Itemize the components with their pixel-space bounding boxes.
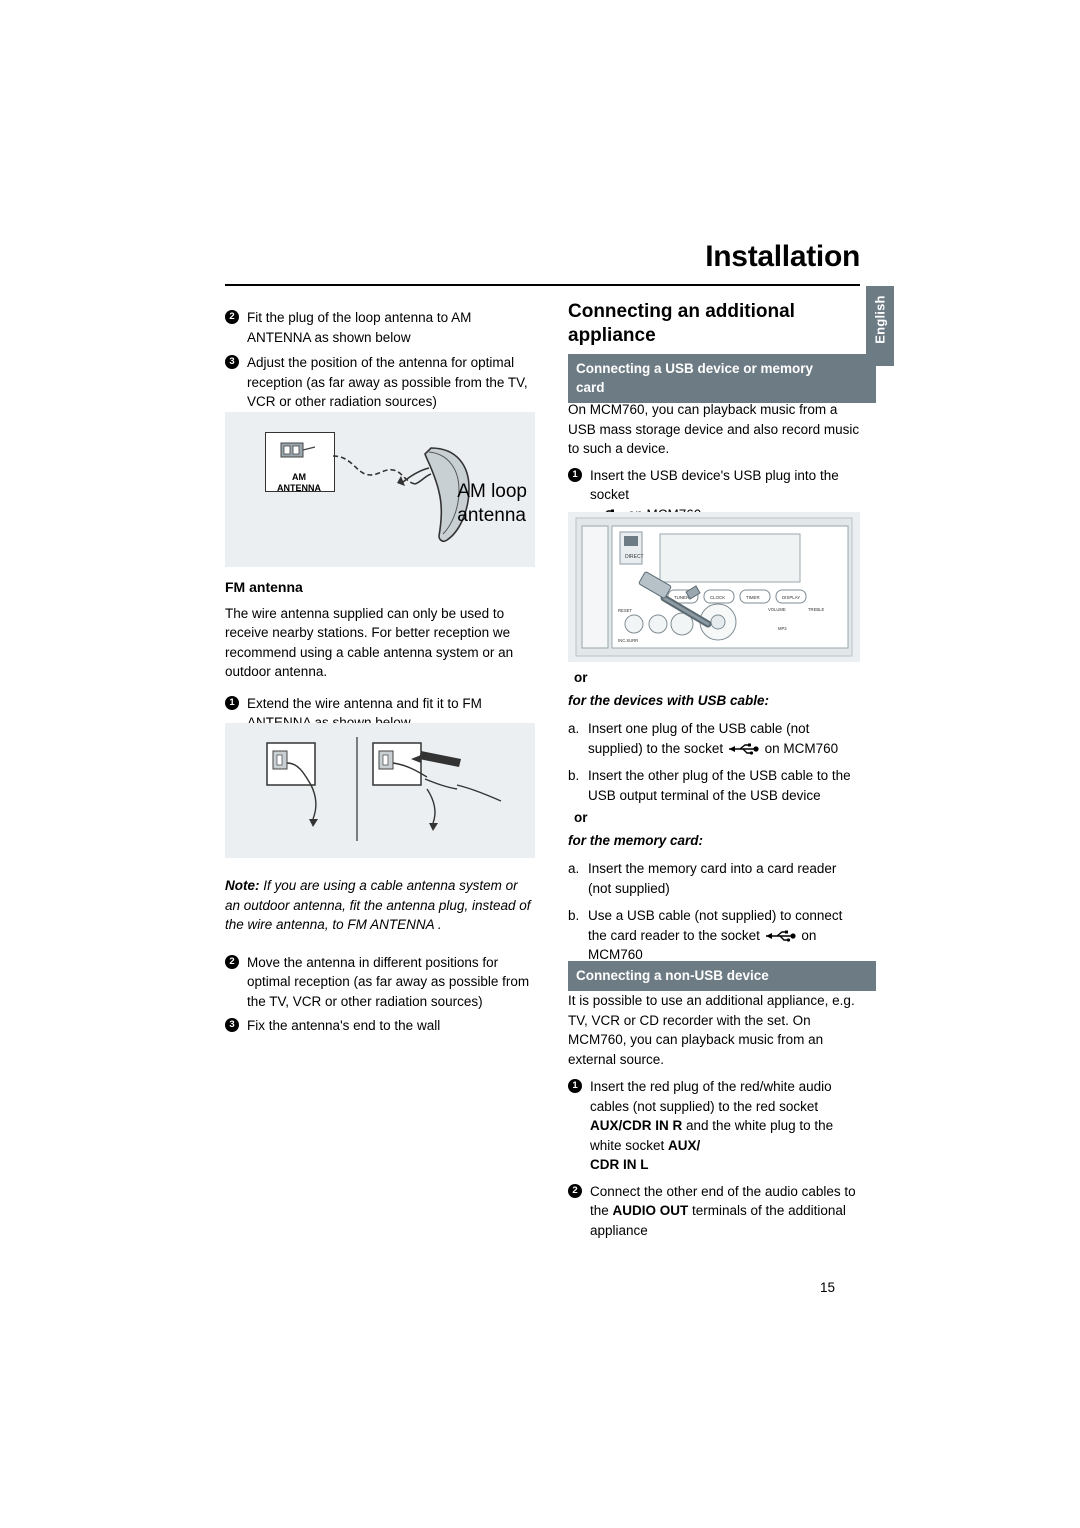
- step-number-icon: 3: [225, 355, 239, 369]
- usb-cable-a-text2: supplied) to the socket: [588, 740, 724, 756]
- step-number-icon: 2: [225, 310, 239, 324]
- step-fm-3-text: Fix the antenna's end to the wall: [247, 1018, 441, 1033]
- step-fm-3: 3 Fix the antenna's end to the wall: [225, 1016, 535, 1036]
- usb-cable-b-text: Insert the other plug of the USB cable t…: [588, 768, 851, 803]
- memory-card-b-text3: on: [801, 927, 817, 943]
- page-number: 15: [820, 1280, 836, 1295]
- usb-intro-block: On MCM760, you can playback music from a…: [568, 400, 860, 526]
- non-usb-step1-e: CDR IN L: [590, 1157, 649, 1172]
- usb-cable-a-text3: on MCM760: [764, 740, 839, 756]
- section-title-line1: Connecting an additional: [568, 301, 795, 322]
- step-am-3-text: Adjust the position of the antenna for o…: [247, 355, 528, 409]
- memory-card-item-a: a. Insert the memory card into a card re…: [568, 859, 860, 898]
- section-title-line2: appliance: [568, 325, 656, 346]
- usb-intro-text: On MCM760, you can playback music from a…: [568, 402, 860, 456]
- svg-text:TUNER: TUNER: [674, 595, 689, 600]
- svg-text:DISPLAY: DISPLAY: [782, 595, 800, 600]
- list-letter: b.: [568, 908, 580, 923]
- document-page: Installation English 2 Fit the plug of t…: [0, 0, 1080, 1528]
- figure-mcm760-front-panel: DIRECT TUNER CLOCK TIMER DISPLAY VOLUME …: [568, 512, 860, 662]
- page-title: Installation: [705, 240, 860, 273]
- note-text: If you are using a cable antenna system …: [225, 878, 531, 932]
- svg-text:TREBLE: TREBLE: [808, 607, 824, 612]
- step-number-icon: 3: [225, 1018, 239, 1032]
- non-usb-step1-a: Insert the red plug of the red/white aud…: [590, 1079, 832, 1114]
- usb-step-1-text: Insert the USB device's USB plug into th…: [590, 467, 839, 503]
- mcm760-illustration: DIRECT TUNER CLOCK TIMER DISPLAY VOLUME …: [575, 517, 853, 657]
- non-usb-step1-b: AUX/CDR IN R: [590, 1118, 683, 1133]
- step-number-icon: 1: [568, 1079, 582, 1093]
- svg-text:INC.SURR: INC.SURR: [618, 638, 638, 643]
- memory-card-item-b: b. Use a USB cable (not supplied) to con…: [568, 906, 860, 965]
- fm-antenna-paragraph: The wire antenna supplied can only be us…: [225, 605, 514, 680]
- subsection-bar-usb-line2: card: [576, 380, 605, 395]
- left-column-top-steps: 2 Fit the plug of the loop antenna to AM…: [225, 308, 535, 414]
- step-number-icon: 1: [225, 695, 239, 710]
- svg-text:VOLUME: VOLUME: [768, 607, 786, 612]
- fm-antenna-heading: FM antenna: [225, 579, 303, 595]
- fm-antenna-block: FM antenna The wire antenna supplied can…: [225, 578, 535, 735]
- fm-note-block: Note: If you are using a cable antenna s…: [225, 876, 535, 1038]
- list-letter: a.: [568, 861, 580, 876]
- language-tab-label: English: [872, 295, 888, 344]
- step-number-icon: 1: [568, 467, 582, 482]
- step-fm-2: 2 Move the antenna in different position…: [225, 953, 535, 1012]
- usb-cable-a-text1: Insert one plug of the USB cable (not: [588, 721, 810, 736]
- svg-text:MP3: MP3: [778, 626, 787, 631]
- usb-cable-item-b: b. Insert the other plug of the USB cabl…: [568, 766, 860, 805]
- non-usb-block: It is possible to use an additional appl…: [568, 991, 860, 1242]
- note: Note: If you are using a cable antenna s…: [225, 876, 535, 935]
- non-usb-step-1: 1 Insert the red plug of the red/white a…: [568, 1077, 860, 1175]
- step-number-icon: 2: [568, 1183, 582, 1198]
- memory-card-b-text4: MCM760: [588, 947, 643, 962]
- usb-cable-heading: for the devices with USB cable:: [568, 692, 770, 708]
- usb-cable-item-a: a. Insert one plug of the USB cable (not…: [568, 719, 860, 758]
- usb-cable-block: or for the devices with USB cable: a. In…: [568, 668, 860, 965]
- subsection-bar-non-usb: Connecting a non-USB device: [568, 961, 876, 991]
- am-loop-antenna-label: AM loop antenna: [457, 481, 527, 526]
- or-label-2: or: [574, 810, 588, 825]
- svg-text:CLOCK: CLOCK: [710, 595, 725, 600]
- subsection-bar-non-usb-label: Connecting a non-USB device: [576, 968, 769, 983]
- usb-icon: [765, 930, 796, 942]
- usb-icon: [728, 743, 759, 755]
- or-label-1: or: [574, 670, 588, 685]
- fm-antenna-illustration: [266, 737, 502, 841]
- svg-text:DIRECT: DIRECT: [625, 554, 644, 560]
- section-heading-connecting-appliance: Connecting an additional appliance: [568, 300, 868, 348]
- non-usb-step2-b: AUDIO OUT: [612, 1203, 689, 1218]
- header-divider: [225, 284, 860, 286]
- step-number-icon: 2: [225, 954, 239, 969]
- memory-card-b-text1: Use a USB cable (not supplied) to connec…: [588, 908, 843, 923]
- step-fm-2-text: Move the antenna in different positions …: [247, 954, 530, 1009]
- step-am-3: 3 Adjust the position of the antenna for…: [225, 353, 535, 412]
- figure-fm-antenna: [225, 723, 535, 858]
- list-letter: a.: [568, 721, 580, 736]
- non-usb-step1-d: AUX/: [668, 1137, 701, 1153]
- memory-card-b-text2: the card reader to the socket: [588, 927, 760, 943]
- note-label: Note:: [225, 878, 260, 893]
- list-letter: b.: [568, 768, 580, 783]
- non-usb-intro: It is possible to use an additional appl…: [568, 993, 855, 1067]
- subsection-bar-usb-line1: Connecting a USB device or memory: [576, 361, 814, 376]
- svg-text:TIMER: TIMER: [746, 595, 760, 600]
- step-am-2-text: Fit the plug of the loop antenna to AM A…: [247, 310, 472, 345]
- figure-am-antenna: AM ANTENNA AM loop antenna: [225, 412, 535, 567]
- memory-card-a-text: Insert the memory card into a card reade…: [588, 861, 837, 896]
- non-usb-step-2: 2 Connect the other end of the audio cab…: [568, 1182, 860, 1241]
- step-am-2: 2 Fit the plug of the loop antenna to AM…: [225, 308, 535, 347]
- memory-card-heading: for the memory card:: [568, 832, 704, 848]
- svg-text:RESET: RESET: [618, 608, 632, 613]
- subsection-bar-usb: Connecting a USB device or memory card: [568, 354, 876, 403]
